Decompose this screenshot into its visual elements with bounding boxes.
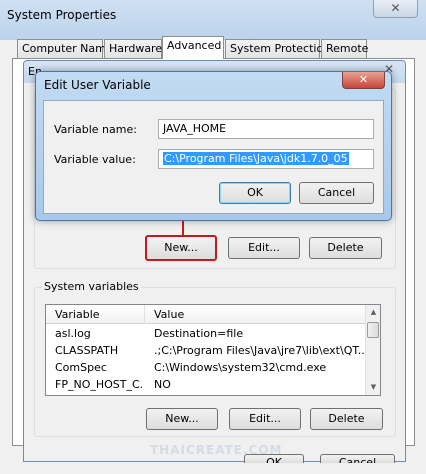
table-row[interactable]: CLASSPATH .;C:\Program Files\Java\jre7\l… [46, 343, 366, 359]
row-variable: asl.log [55, 327, 91, 340]
tab-advanced[interactable]: Advanced [162, 36, 224, 59]
user-new-button[interactable]: New... [145, 235, 217, 261]
list-header: Variable Value [46, 305, 366, 324]
row-value: Destination=file [154, 327, 244, 340]
table-row[interactable]: FP_NO_HOST_C... NO [46, 377, 366, 393]
system-variables-list[interactable]: Variable Value asl.log Destination=file … [45, 304, 381, 396]
edit-close-button[interactable]: ✕ [342, 72, 385, 89]
column-header-variable[interactable]: Variable [55, 308, 100, 321]
edit-cancel-button[interactable]: Cancel [299, 182, 374, 204]
table-row[interactable]: asl.log Destination=file [46, 326, 366, 342]
user-delete-button[interactable]: Delete [309, 237, 382, 259]
row-value: C:\Windows\system32\cmd.exe [154, 361, 327, 374]
variable-value-label: Variable value: [54, 153, 136, 166]
tab-system-protection[interactable]: System Protection [225, 39, 330, 58]
system-edit-button[interactable]: Edit... [229, 408, 301, 430]
row-variable: FP_NO_HOST_C... [55, 378, 143, 391]
tab-hardware[interactable]: Hardware [104, 39, 162, 58]
system-new-button[interactable]: New... [146, 408, 218, 430]
scroll-up-icon[interactable]: ▲ [366, 305, 380, 320]
scroll-thumb[interactable] [367, 322, 379, 338]
row-variable: CLASSPATH [55, 344, 119, 357]
window-title: System Properties [7, 8, 117, 22]
edit-dialog-body: Variable name: JAVA_HOME Variable value:… [43, 100, 384, 214]
variable-name-value: JAVA_HOME [163, 122, 227, 135]
edit-dialog-title: Edit User Variable [44, 78, 151, 92]
system-variables-group: System variables Variable Value asl.log … [34, 280, 396, 437]
close-icon: ✕ [390, 1, 401, 15]
tab-remote[interactable]: Remote [321, 39, 368, 58]
close-button[interactable]: ✕ [373, 0, 418, 18]
table-row[interactable]: ComSpec C:\Windows\system32\cmd.exe [46, 360, 366, 376]
row-variable: ComSpec [55, 361, 107, 374]
column-header-value[interactable]: Value [154, 308, 184, 321]
scroll-down-icon[interactable]: ▼ [366, 380, 380, 395]
column-separator[interactable] [144, 305, 145, 324]
close-icon: ✕ [358, 73, 369, 86]
tab-computer-name[interactable]: Computer Name [17, 39, 113, 58]
system-delete-button[interactable]: Delete [310, 408, 383, 430]
variable-name-input[interactable]: JAVA_HOME [158, 119, 374, 139]
variable-name-label: Variable name: [54, 123, 137, 136]
watermark: THAICREATE.COM [150, 443, 283, 457]
user-edit-button[interactable]: Edit... [228, 237, 300, 259]
vertical-scrollbar[interactable]: ▲ ▼ [365, 305, 380, 395]
system-variables-label: System variables [42, 280, 141, 293]
variable-value-input[interactable]: C:\Program Files\Java\jdk1.7.0_05 [158, 149, 374, 169]
row-value: .;C:\Program Files\Java\jre7\lib\ext\QT.… [154, 344, 364, 357]
variable-value-selection: C:\Program Files\Java\jdk1.7.0_05 [163, 152, 349, 165]
row-value: NO [154, 378, 171, 391]
edit-ok-button[interactable]: OK [219, 182, 291, 204]
env-cancel-button[interactable]: Cancel [320, 454, 395, 463]
edit-user-variable-dialog: Edit User Variable ✕ Variable name: JAVA… [35, 71, 392, 221]
